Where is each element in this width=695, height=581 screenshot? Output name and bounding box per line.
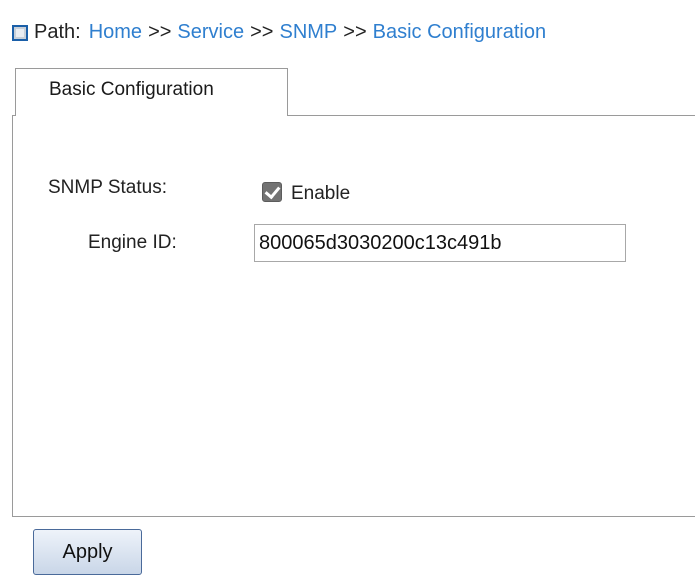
page-icon bbox=[12, 25, 28, 41]
breadcrumb-separator: >> bbox=[148, 21, 172, 43]
tab-connector bbox=[16, 114, 287, 117]
breadcrumb-separator: >> bbox=[250, 21, 274, 43]
breadcrumb: Path: Home >> Service >> SNMP >> Basic C… bbox=[12, 18, 546, 46]
snmp-enable-label[interactable]: Enable bbox=[291, 183, 350, 205]
snmp-status-label: SNMP Status: bbox=[48, 177, 167, 198]
breadcrumb-separator: >> bbox=[343, 21, 367, 43]
breadcrumb-basic-configuration[interactable]: Basic Configuration bbox=[373, 18, 546, 46]
breadcrumb-service[interactable]: Service bbox=[177, 18, 244, 46]
apply-button[interactable]: Apply bbox=[33, 529, 142, 575]
breadcrumb-home[interactable]: Home bbox=[89, 18, 142, 46]
config-panel bbox=[12, 115, 695, 517]
snmp-enable-checkbox[interactable] bbox=[262, 182, 282, 202]
breadcrumb-prefix: Path: bbox=[34, 21, 81, 43]
breadcrumb-snmp[interactable]: SNMP bbox=[279, 18, 337, 46]
tab-basic-configuration[interactable]: Basic Configuration bbox=[15, 68, 288, 116]
snmp-enable-checkbox-group[interactable]: Enable bbox=[262, 175, 350, 205]
engine-id-input[interactable] bbox=[254, 224, 626, 262]
engine-id-label: Engine ID: bbox=[88, 232, 177, 253]
